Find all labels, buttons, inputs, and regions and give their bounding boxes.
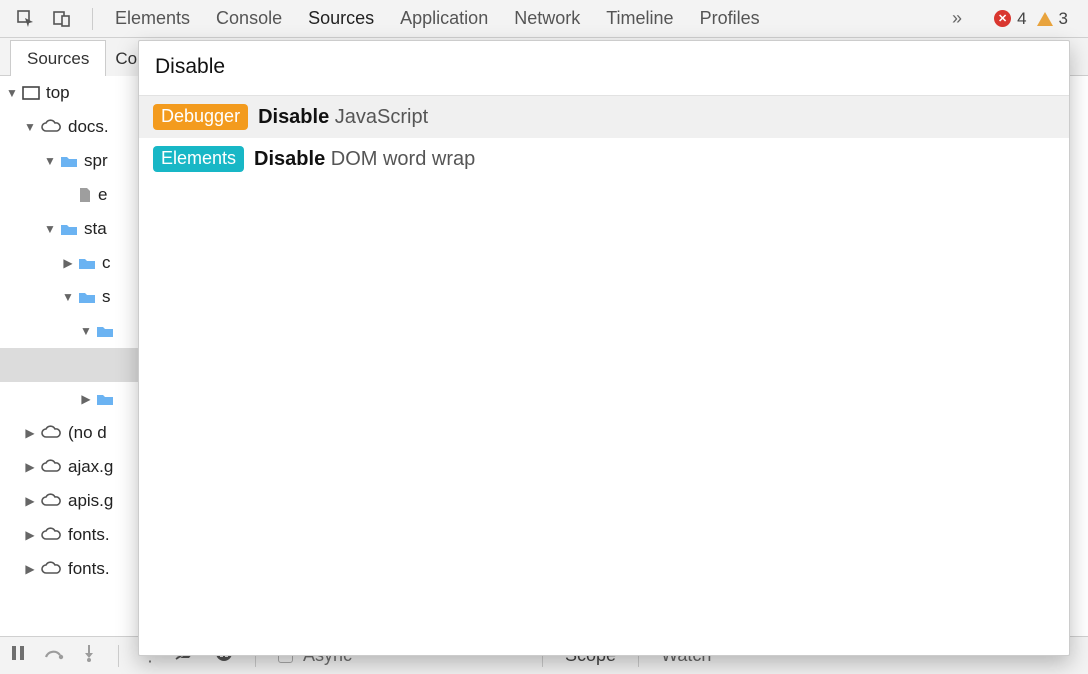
cloud-icon xyxy=(40,527,62,543)
warning-count: 3 xyxy=(1059,9,1068,29)
cloud-icon xyxy=(40,561,62,577)
folder-icon xyxy=(60,222,78,236)
inspect-icon[interactable] xyxy=(14,7,38,31)
command-menu: Disable Debugger Disable JavaScript Elemen… xyxy=(138,40,1070,656)
tree-row[interactable]: ▶ (no d xyxy=(0,416,149,450)
command-menu-item[interactable]: Debugger Disable JavaScript xyxy=(139,96,1069,138)
category-badge: Debugger xyxy=(153,104,248,130)
disclosure-arrow-icon[interactable]: ▶ xyxy=(24,460,36,474)
tree-row[interactable]: ▶c xyxy=(0,246,149,280)
frame-icon xyxy=(22,86,40,100)
subtab-sources[interactable]: Sources xyxy=(10,40,106,78)
error-count: 4 xyxy=(1017,9,1026,29)
toolbar-right: » 4 3 xyxy=(952,8,1080,29)
disclosure-arrow-icon[interactable]: ▼ xyxy=(6,86,18,100)
tab-profiles[interactable]: Profiles xyxy=(700,8,760,29)
command-label: Disable JavaScript xyxy=(258,106,428,129)
cloud-icon xyxy=(40,493,62,509)
disclosure-arrow-icon[interactable]: ▼ xyxy=(44,154,56,168)
tab-elements[interactable]: Elements xyxy=(115,8,190,29)
bb-separator xyxy=(118,645,119,667)
tree-row[interactable] xyxy=(0,348,149,382)
file-icon xyxy=(78,187,92,203)
warning-icon[interactable] xyxy=(1037,12,1053,26)
tree-item-label: fonts. xyxy=(68,525,110,545)
folder-icon xyxy=(78,290,96,304)
tab-timeline[interactable]: Timeline xyxy=(606,8,673,29)
file-tree: ▼top▼docs.▼spre▼sta▶c▼s▼▶▶(no d▶ajax.g▶a… xyxy=(0,76,150,636)
disclosure-arrow-icon[interactable]: ▶ xyxy=(24,528,36,542)
tree-row[interactable]: ▼ top xyxy=(0,76,149,110)
disclosure-arrow-icon[interactable]: ▶ xyxy=(62,256,74,270)
category-badge: Elements xyxy=(153,146,244,172)
tree-item-label: top xyxy=(46,83,70,103)
disclosure-arrow-icon[interactable]: ▼ xyxy=(24,120,36,134)
tree-item-label: ajax.g xyxy=(68,457,113,477)
cloud-icon xyxy=(40,119,62,135)
tree-row[interactable]: ▶ fonts. xyxy=(0,518,149,552)
tree-item-label: (no d xyxy=(68,423,107,443)
tab-network[interactable]: Network xyxy=(514,8,580,29)
cloud-icon xyxy=(40,425,62,441)
tree-item-label: e xyxy=(98,185,107,205)
tree-row[interactable]: ▼ xyxy=(0,314,149,348)
command-menu-input[interactable]: Disable xyxy=(139,41,1069,96)
disclosure-arrow-icon[interactable]: ▼ xyxy=(44,222,56,236)
tab-application[interactable]: Application xyxy=(400,8,488,29)
disclosure-arrow-icon[interactable]: ▶ xyxy=(24,562,36,576)
tree-row[interactable]: ▶ ajax.g xyxy=(0,450,149,484)
tree-item-label: apis.g xyxy=(68,491,113,511)
pause-icon[interactable] xyxy=(10,645,26,666)
overflow-icon[interactable]: » xyxy=(952,8,962,29)
step-into-icon[interactable] xyxy=(82,644,96,667)
disclosure-arrow-icon[interactable]: ▼ xyxy=(62,290,74,304)
tree-row[interactable]: ▼ docs. xyxy=(0,110,149,144)
tree-item-label: fonts. xyxy=(68,559,110,579)
tree-row[interactable]: ▶ apis.g xyxy=(0,484,149,518)
folder-icon xyxy=(78,256,96,270)
disclosure-arrow-icon[interactable]: ▶ xyxy=(24,426,36,440)
command-menu-item[interactable]: Elements Disable DOM word wrap xyxy=(139,138,1069,180)
tree-item-label: s xyxy=(102,287,111,307)
tree-item-label: sta xyxy=(84,219,107,239)
tree-row[interactable]: ▶ fonts. xyxy=(0,552,149,586)
panel-tabs: Elements Console Sources Application Net… xyxy=(115,8,760,29)
cloud-icon xyxy=(40,459,62,475)
disclosure-arrow-icon[interactable]: ▶ xyxy=(24,494,36,508)
disclosure-arrow-icon[interactable]: ▼ xyxy=(80,324,92,338)
tree-row[interactable]: ▼ sta xyxy=(0,212,149,246)
tree-item-label: spr xyxy=(84,151,108,171)
step-over-icon[interactable] xyxy=(44,645,64,666)
tree-row[interactable]: e xyxy=(0,178,149,212)
error-icon[interactable] xyxy=(994,10,1011,27)
tree-item-label: docs. xyxy=(68,117,109,137)
folder-icon xyxy=(96,392,114,406)
command-label: Disable DOM word wrap xyxy=(254,148,475,171)
tree-row[interactable]: ▶ xyxy=(0,382,149,416)
devtools-toolbar: Elements Console Sources Application Net… xyxy=(0,0,1088,38)
tree-item-label: c xyxy=(102,253,111,273)
tree-row[interactable]: ▼ spr xyxy=(0,144,149,178)
folder-icon xyxy=(60,154,78,168)
tab-console[interactable]: Console xyxy=(216,8,282,29)
device-toggle-icon[interactable] xyxy=(50,7,74,31)
toolbar-separator xyxy=(92,8,93,30)
tab-sources[interactable]: Sources xyxy=(308,8,374,29)
tree-row[interactable]: ▼s xyxy=(0,280,149,314)
disclosure-arrow-icon[interactable]: ▶ xyxy=(80,392,92,406)
folder-icon xyxy=(96,324,114,338)
